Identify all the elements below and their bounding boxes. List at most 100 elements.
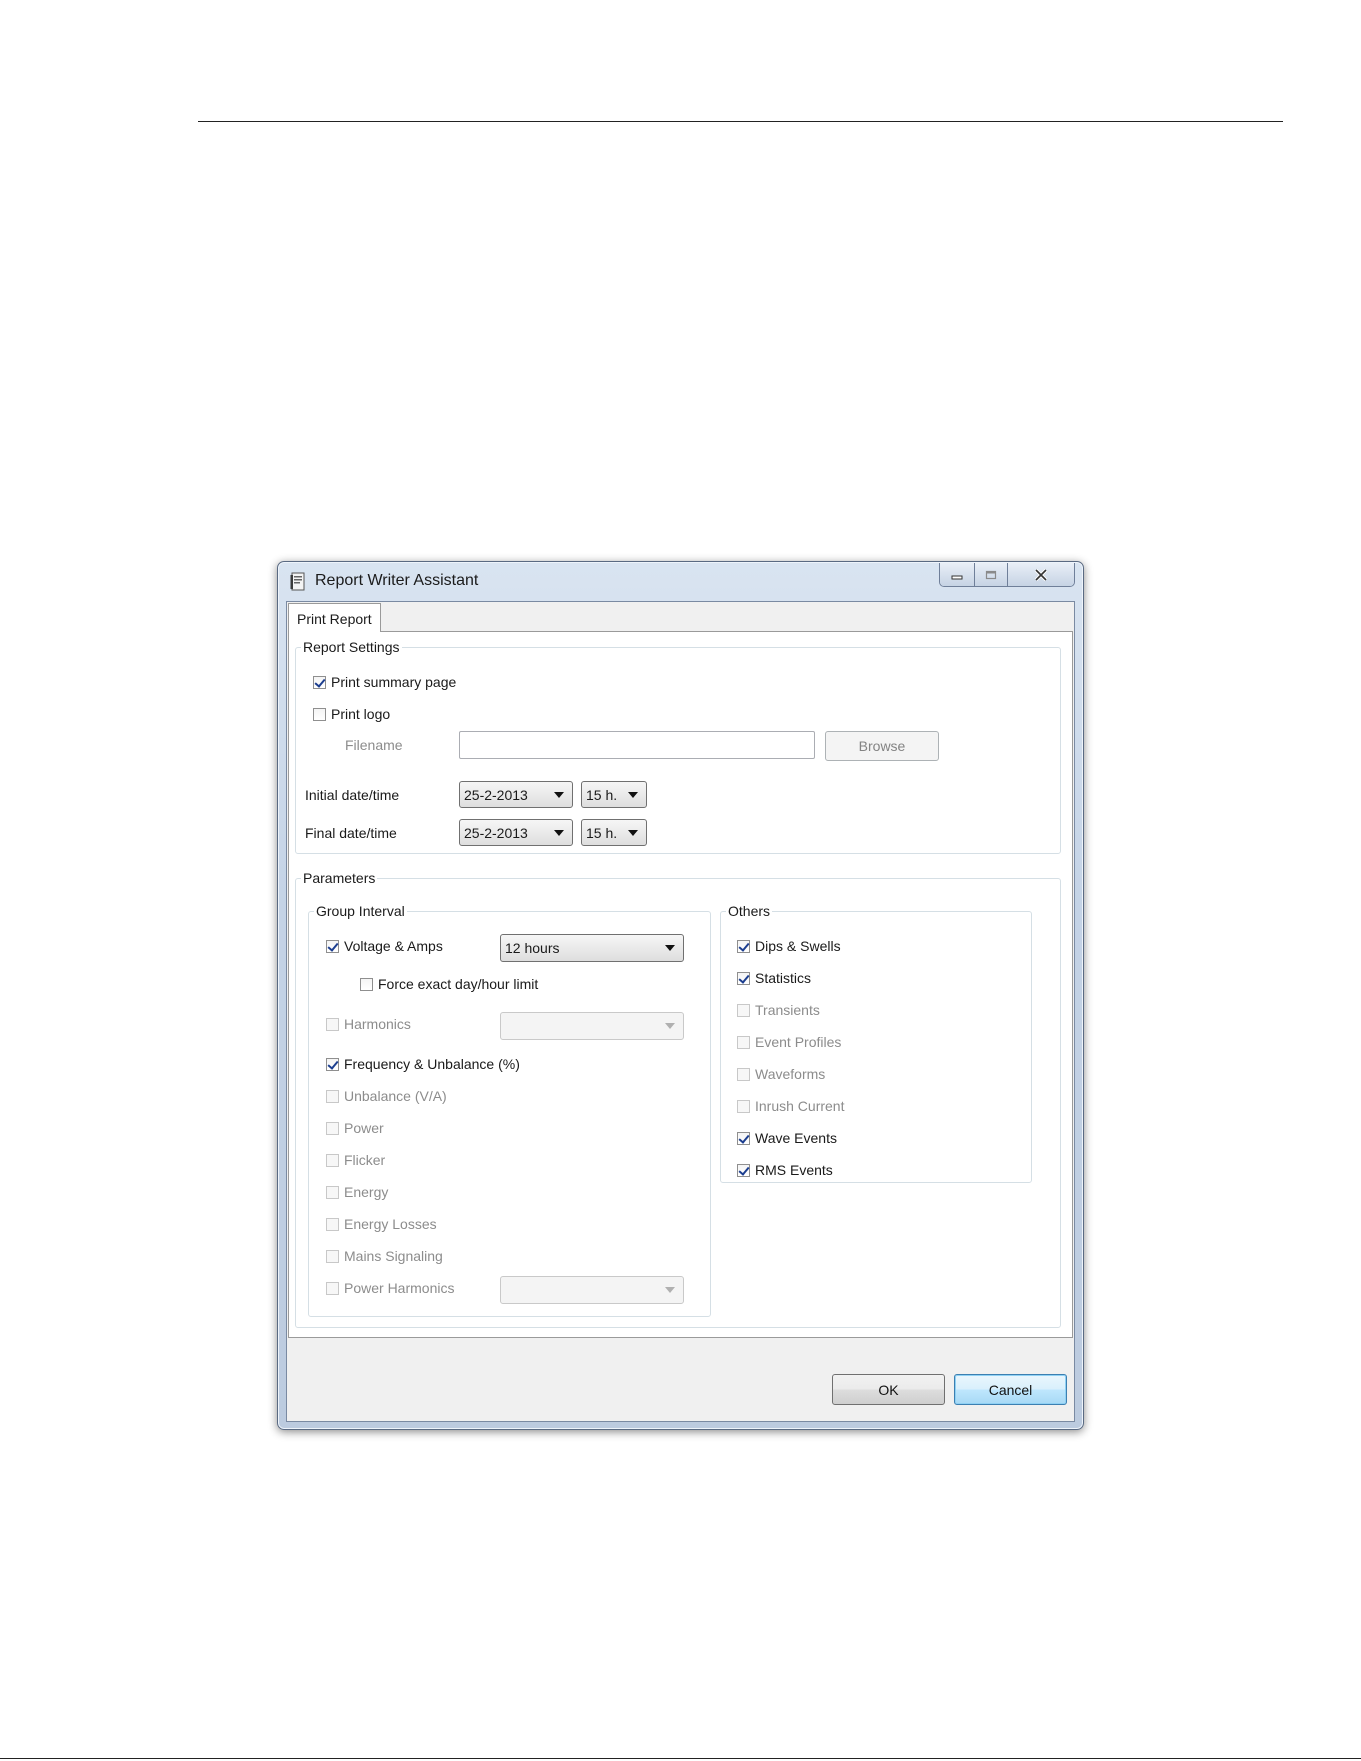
print-summary-page-checkbox[interactable]: Print summary page — [313, 673, 456, 691]
checkbox-box — [737, 1035, 750, 1049]
checkbox-box — [737, 939, 750, 953]
checkbox-box — [737, 1099, 750, 1113]
maximize-icon — [986, 570, 997, 579]
filename-label: Filename — [345, 737, 403, 753]
power-harmonics-interval-combo[interactable] — [500, 1276, 684, 1304]
dropdown-arrow-icon — [628, 829, 638, 836]
power-harmonics-label: Power Harmonics — [344, 1280, 455, 1296]
window-title: Report Writer Assistant — [315, 572, 479, 589]
checkbox-box — [737, 1003, 750, 1017]
page-bottom-rule — [0, 1758, 1361, 1759]
wave-events-checkbox[interactable]: Wave Events — [737, 1129, 837, 1147]
inrush-current-label: Inrush Current — [755, 1098, 845, 1114]
statistics-label: Statistics — [755, 970, 812, 986]
waveforms-label: Waveforms — [755, 1066, 826, 1082]
report-writer-window: Report Writer Assistant Print Report Rep… — [277, 561, 1084, 1430]
group-interval-legend: Group Interval — [316, 903, 405, 919]
maximize-button[interactable] — [975, 563, 1008, 586]
report-settings-legend: Report Settings — [303, 639, 400, 655]
checkbox-box — [737, 1163, 750, 1177]
dropdown-arrow-icon — [554, 829, 564, 836]
checkbox-box — [326, 1017, 339, 1031]
flicker-label: Flicker — [344, 1152, 386, 1168]
final-datetime-label: Final date/time — [305, 825, 397, 841]
transients-label: Transients — [755, 1002, 820, 1018]
initial-hour-value: 15 h. — [586, 786, 618, 803]
voltage-amps-label: Voltage & Amps — [344, 938, 443, 954]
voltage-amps-interval-combo[interactable]: 12 hours — [500, 934, 684, 962]
harmonics-label: Harmonics — [344, 1016, 411, 1032]
power-harmonics-checkbox[interactable]: Power Harmonics — [326, 1279, 454, 1297]
dropdown-arrow-icon — [628, 791, 638, 798]
minimize-icon — [951, 575, 963, 579]
parameters-legend: Parameters — [303, 870, 376, 886]
checkbox-box — [326, 1249, 339, 1263]
checkbox-box — [326, 1153, 339, 1167]
checkbox-box — [326, 1217, 339, 1231]
checkbox-box — [737, 1067, 750, 1081]
energy-checkbox[interactable]: Energy — [326, 1183, 388, 1201]
checkbox-box — [326, 1281, 339, 1295]
rms-events-checkbox[interactable]: RMS Events — [737, 1161, 833, 1179]
tab-print-report[interactable]: Print Report — [288, 603, 381, 632]
checkbox-box — [737, 971, 750, 985]
initial-date-combo[interactable]: 25-2-2013 — [459, 781, 573, 808]
print-logo-label: Print logo — [331, 706, 391, 722]
harmonics-checkbox[interactable]: Harmonics — [326, 1015, 411, 1033]
force-exact-limit-checkbox[interactable]: Force exact day/hour limit — [360, 975, 538, 993]
report-app-icon — [290, 572, 305, 591]
mains-signaling-label: Mains Signaling — [344, 1248, 443, 1264]
transients-checkbox[interactable]: Transients — [737, 1001, 820, 1019]
voltage-amps-interval-value: 12 hours — [505, 940, 560, 956]
final-hour-value: 15 h. — [586, 824, 618, 841]
waveforms-checkbox[interactable]: Waveforms — [737, 1065, 825, 1083]
flicker-checkbox[interactable]: Flicker — [326, 1151, 385, 1169]
ok-button[interactable]: OK — [832, 1374, 945, 1405]
energy-losses-checkbox[interactable]: Energy Losses — [326, 1215, 437, 1233]
checkbox-box — [326, 1057, 339, 1071]
checkbox-box — [737, 1131, 750, 1145]
final-hour-combo[interactable]: 15 h. — [581, 819, 647, 846]
power-label: Power — [344, 1120, 384, 1136]
checkbox-box — [313, 707, 326, 721]
force-exact-limit-label: Force exact day/hour limit — [378, 976, 539, 992]
statistics-checkbox[interactable]: Statistics — [737, 969, 811, 987]
inrush-current-checkbox[interactable]: Inrush Current — [737, 1097, 844, 1115]
checkbox-box — [326, 939, 339, 953]
initial-date-value: 25-2-2013 — [464, 786, 528, 803]
others-legend: Others — [728, 903, 771, 919]
harmonics-interval-combo[interactable] — [500, 1012, 684, 1040]
caption-buttons — [939, 563, 1075, 587]
mains-signaling-checkbox[interactable]: Mains Signaling — [326, 1247, 443, 1265]
initial-datetime-label: Initial date/time — [305, 787, 400, 803]
cancel-button[interactable]: Cancel — [954, 1374, 1067, 1405]
dropdown-arrow-icon — [665, 1023, 675, 1029]
checkbox-box — [326, 1121, 339, 1135]
wave-events-label: Wave Events — [755, 1130, 837, 1146]
title-bar[interactable]: Report Writer Assistant — [278, 562, 1083, 599]
final-date-combo[interactable]: 25-2-2013 — [459, 819, 573, 846]
filename-input[interactable] — [459, 731, 815, 759]
power-checkbox[interactable]: Power — [326, 1119, 384, 1137]
dialog-client-area: Print Report Report Settings Print summa… — [286, 601, 1075, 1422]
energy-label: Energy — [344, 1184, 389, 1200]
print-logo-checkbox[interactable]: Print logo — [313, 705, 390, 723]
unbalance-va-checkbox[interactable]: Unbalance (V/A) — [326, 1087, 447, 1105]
checkbox-box — [360, 977, 373, 991]
minimize-button[interactable] — [940, 563, 976, 586]
dropdown-arrow-icon — [665, 945, 675, 951]
final-date-value: 25-2-2013 — [464, 824, 528, 841]
close-icon — [1034, 568, 1048, 581]
initial-hour-combo[interactable]: 15 h. — [581, 781, 647, 808]
dropdown-arrow-icon — [554, 791, 564, 798]
browse-button[interactable]: Browse — [825, 731, 939, 761]
dropdown-arrow-icon — [665, 1287, 675, 1293]
unbalance-va-label: Unbalance (V/A) — [344, 1088, 447, 1104]
frequency-unbalance-checkbox[interactable]: Frequency & Unbalance (%) — [326, 1055, 520, 1073]
event-profiles-checkbox[interactable]: Event Profiles — [737, 1033, 841, 1051]
checkbox-box — [326, 1089, 339, 1103]
page-top-rule — [198, 121, 1283, 122]
voltage-amps-checkbox[interactable]: Voltage & Amps — [326, 937, 443, 955]
close-button[interactable] — [1008, 563, 1074, 586]
dips-swells-checkbox[interactable]: Dips & Swells — [737, 937, 841, 955]
